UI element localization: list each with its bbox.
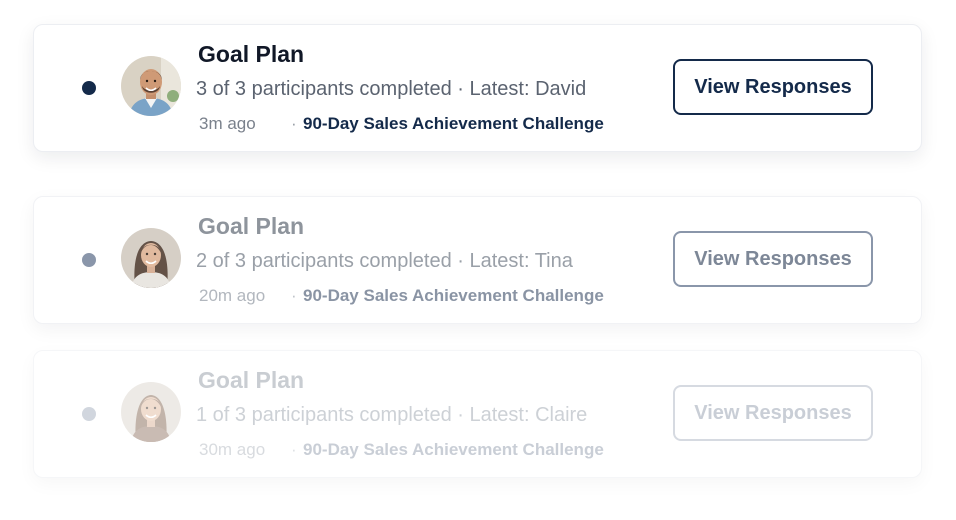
woman-avatar-icon [121, 228, 181, 288]
unread-status-dot [82, 407, 96, 421]
user-avatar [121, 382, 181, 442]
view-responses-button[interactable]: View Responses [673, 385, 873, 441]
user-avatar [121, 228, 181, 288]
view-responses-button[interactable]: View Responses [673, 59, 873, 115]
notification-card: Goal Plan 2 of 3 participants completed … [33, 196, 922, 324]
completion-summary: 2 of 3 participants completed · Latest: … [196, 250, 573, 272]
view-responses-button[interactable]: View Responses [673, 231, 873, 287]
user-avatar [121, 56, 181, 116]
challenge-name: 90-Day Sales Achievement Challenge [303, 286, 604, 305]
notification-card: Goal Plan 1 of 3 participants completed … [33, 350, 922, 478]
card-meta: 3m ago · 90-Day Sales Achievement Challeng… [199, 114, 604, 134]
card-title: Goal Plan [198, 213, 305, 239]
completion-summary: 3 of 3 participants completed · Latest: … [196, 78, 587, 100]
card-title: Goal Plan [198, 41, 305, 67]
unread-status-dot [82, 253, 96, 267]
challenge-name: 90-Day Sales Achievement Challenge [303, 114, 604, 133]
meta-separator: · [291, 114, 297, 133]
woman-avatar-icon [121, 382, 181, 442]
completion-summary: 1 of 3 participants completed · Latest: … [196, 404, 588, 426]
timestamp: 30m ago [199, 440, 266, 459]
unread-status-dot [82, 81, 96, 95]
card-title: Goal Plan [198, 367, 305, 393]
meta-separator: · [291, 440, 297, 459]
meta-separator: · [291, 286, 297, 305]
timestamp: 20m ago [199, 286, 266, 305]
timestamp: 3m ago [199, 114, 256, 133]
notification-card: Goal Plan 3 of 3 participants completed … [33, 24, 922, 152]
card-meta: 20m ago · 90-Day Sales Achievement Challen… [199, 286, 604, 306]
card-meta: 30m ago · 90-Day Sales Achievement Challen… [199, 440, 604, 460]
man-avatar-icon [121, 56, 181, 116]
challenge-name: 90-Day Sales Achievement Challenge [303, 440, 604, 459]
